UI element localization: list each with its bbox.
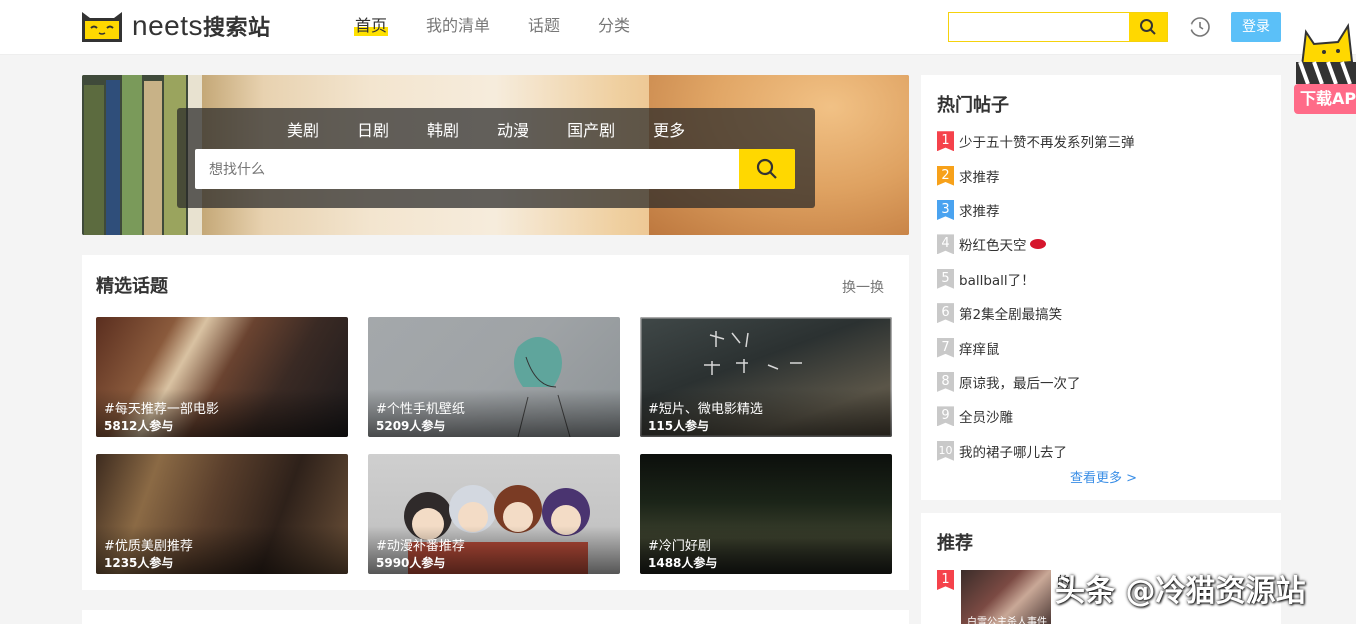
topics-title: 精选话题	[96, 276, 168, 297]
list-item[interactable]: 7 痒痒鼠	[937, 330, 1135, 364]
download-app-label: 下载APP	[1294, 84, 1356, 114]
topic-count: 1488人参与	[648, 556, 718, 570]
cat-logo-icon	[80, 8, 124, 44]
rank-badge: 1	[937, 570, 954, 590]
tab-more[interactable]: 更多	[653, 118, 685, 144]
post-title[interactable]: 我的裙子哪儿去了	[959, 441, 1067, 461]
search-icon	[756, 158, 777, 179]
download-app-sticker[interactable]: 下载APP	[1290, 22, 1356, 118]
topic-tile[interactable]: #短片、微电影精选 115人参与	[640, 317, 892, 437]
cat-mascot-icon	[1296, 23, 1356, 85]
topic-tile[interactable]: #个性手机壁纸 5209人参与	[368, 317, 620, 437]
post-title[interactable]: 少于五十赞不再发系列第三弹	[959, 131, 1135, 151]
rank-badge: 10	[937, 440, 954, 461]
rank-badge: 5	[937, 268, 954, 289]
rank-badge: 1	[937, 131, 954, 152]
topic-count: 5812人参与	[104, 419, 174, 433]
topic-tile[interactable]: #优质美剧推荐 1235人参与	[96, 454, 348, 574]
topic-count: 5209人参与	[376, 419, 446, 433]
banner-search	[195, 149, 795, 189]
post-title[interactable]: 求推荐	[959, 166, 1000, 186]
list-item[interactable]: 4 粉红色天空	[937, 227, 1135, 261]
rank-badge: 4	[937, 234, 954, 255]
hot-posts-title: 热门帖子	[937, 95, 1009, 116]
list-item[interactable]: 3 求推荐	[937, 193, 1135, 227]
login-button[interactable]: 登录	[1231, 12, 1281, 42]
topic-count: 1235人参与	[104, 556, 174, 570]
tab-anime[interactable]: 动漫	[497, 118, 529, 144]
post-title[interactable]: 全员沙雕	[959, 406, 1013, 426]
hot-posts-list: 1 少于五十赞不再发系列第三弹 2 求推荐 3 求推荐 4 粉红色天空 5 ballbal…	[937, 124, 1135, 468]
post-title-wrap[interactable]: 粉红色天空	[959, 234, 1046, 254]
banner-category-tabs: 美剧 日剧 韩剧 动漫 国产剧 更多	[287, 118, 723, 144]
nav-my-list[interactable]: 我的清单	[426, 14, 490, 38]
banner-search-panel: 美剧 日剧 韩剧 动漫 国产剧 更多	[177, 108, 815, 208]
list-item[interactable]: 10 我的裙子哪儿去了	[937, 434, 1135, 468]
topic-name: #个性手机壁纸	[376, 402, 465, 417]
rank-badge: 7	[937, 337, 954, 358]
thumbnail-caption: 白雪公主杀人事件	[967, 617, 1047, 624]
rank-badge: 9	[937, 406, 954, 427]
header-search	[948, 12, 1168, 42]
banner-search-button[interactable]	[739, 149, 795, 189]
tab-jp-drama[interactable]: 日剧	[357, 118, 389, 144]
list-item[interactable]: 2 求推荐	[937, 158, 1135, 192]
tab-cn-drama[interactable]: 国产剧	[567, 118, 615, 144]
nav-home[interactable]: 首页	[354, 14, 389, 38]
list-item[interactable]: 5 ballball了！	[937, 262, 1135, 296]
post-title[interactable]: ballball了！	[959, 269, 1035, 289]
list-item[interactable]: 6 第2集全剧最搞笑	[937, 296, 1135, 330]
logo-text: neets搜索站	[132, 10, 271, 41]
watermark-text: 头条 @冷猫资源站	[1055, 574, 1306, 609]
nav-categories[interactable]: 分类	[598, 14, 630, 38]
topic-tile[interactable]: #冷门好剧 1488人参与	[640, 454, 892, 574]
rank-badge: 8	[937, 371, 954, 392]
site-logo[interactable]: neets搜索站	[80, 8, 271, 44]
recommend-thumbnail[interactable]: 白雪公主杀人事件	[961, 570, 1051, 624]
lips-emoji-icon	[1029, 239, 1046, 250]
topic-count: 115人参与	[648, 419, 710, 433]
tab-kr-drama[interactable]: 韩剧	[427, 118, 459, 144]
topic-name: #冷门好剧	[648, 539, 711, 554]
featured-topics: 精选话题 换一换 #每天推荐一部电影 5812人参与 #个性手机壁纸 5209人…	[82, 255, 909, 590]
post-title[interactable]: 原谅我，最后一次了	[959, 372, 1081, 392]
recommend-title: 推荐	[937, 533, 973, 554]
post-title[interactable]: 痒痒鼠	[959, 338, 1000, 358]
history-icon[interactable]	[1188, 15, 1212, 39]
topic-name: #优质美剧推荐	[104, 539, 193, 554]
next-section-card	[82, 610, 909, 624]
rank-badge: 6	[937, 303, 954, 324]
list-item[interactable]: 1 少于五十赞不再发系列第三弹	[937, 124, 1135, 158]
topic-name: #短片、微电影精选	[648, 402, 763, 417]
list-item[interactable]: 8 原谅我，最后一次了	[937, 365, 1135, 399]
nav-topics[interactable]: 话题	[528, 14, 560, 38]
topic-tile[interactable]: #动漫补番推荐 5990人参与	[368, 454, 620, 574]
post-title[interactable]: 第2集全剧最搞笑	[959, 303, 1062, 323]
tab-us-drama[interactable]: 美剧	[287, 118, 319, 144]
hero-banner: 美剧 日剧 韩剧 动漫 国产剧 更多	[82, 75, 909, 235]
header-search-button[interactable]	[1129, 13, 1167, 41]
banner-search-input[interactable]	[195, 149, 735, 189]
header-search-input[interactable]	[949, 13, 1129, 41]
topic-name: #动漫补番推荐	[376, 539, 465, 554]
top-header: neets搜索站 首页 我的清单 话题 分类 登录	[0, 0, 1356, 55]
topic-tile[interactable]: #每天推荐一部电影 5812人参与	[96, 317, 348, 437]
post-title: 粉红色天空	[959, 238, 1027, 255]
search-icon	[1140, 19, 1156, 35]
main-nav: 首页 我的清单 话题 分类	[354, 14, 668, 38]
refresh-button[interactable]: 换一换	[842, 277, 884, 297]
rank-badge: 3	[937, 199, 954, 220]
rank-badge: 2	[937, 165, 954, 186]
view-more-link[interactable]: 查看更多 >	[1070, 467, 1137, 486]
post-title[interactable]: 求推荐	[959, 200, 1000, 220]
topic-count: 5990人参与	[376, 556, 446, 570]
list-item[interactable]: 9 全员沙雕	[937, 399, 1135, 433]
hot-posts: 热门帖子 1 少于五十赞不再发系列第三弹 2 求推荐 3 求推荐 4 粉红色天空 5 ba…	[921, 75, 1281, 500]
topic-name: #每天推荐一部电影	[104, 402, 219, 417]
